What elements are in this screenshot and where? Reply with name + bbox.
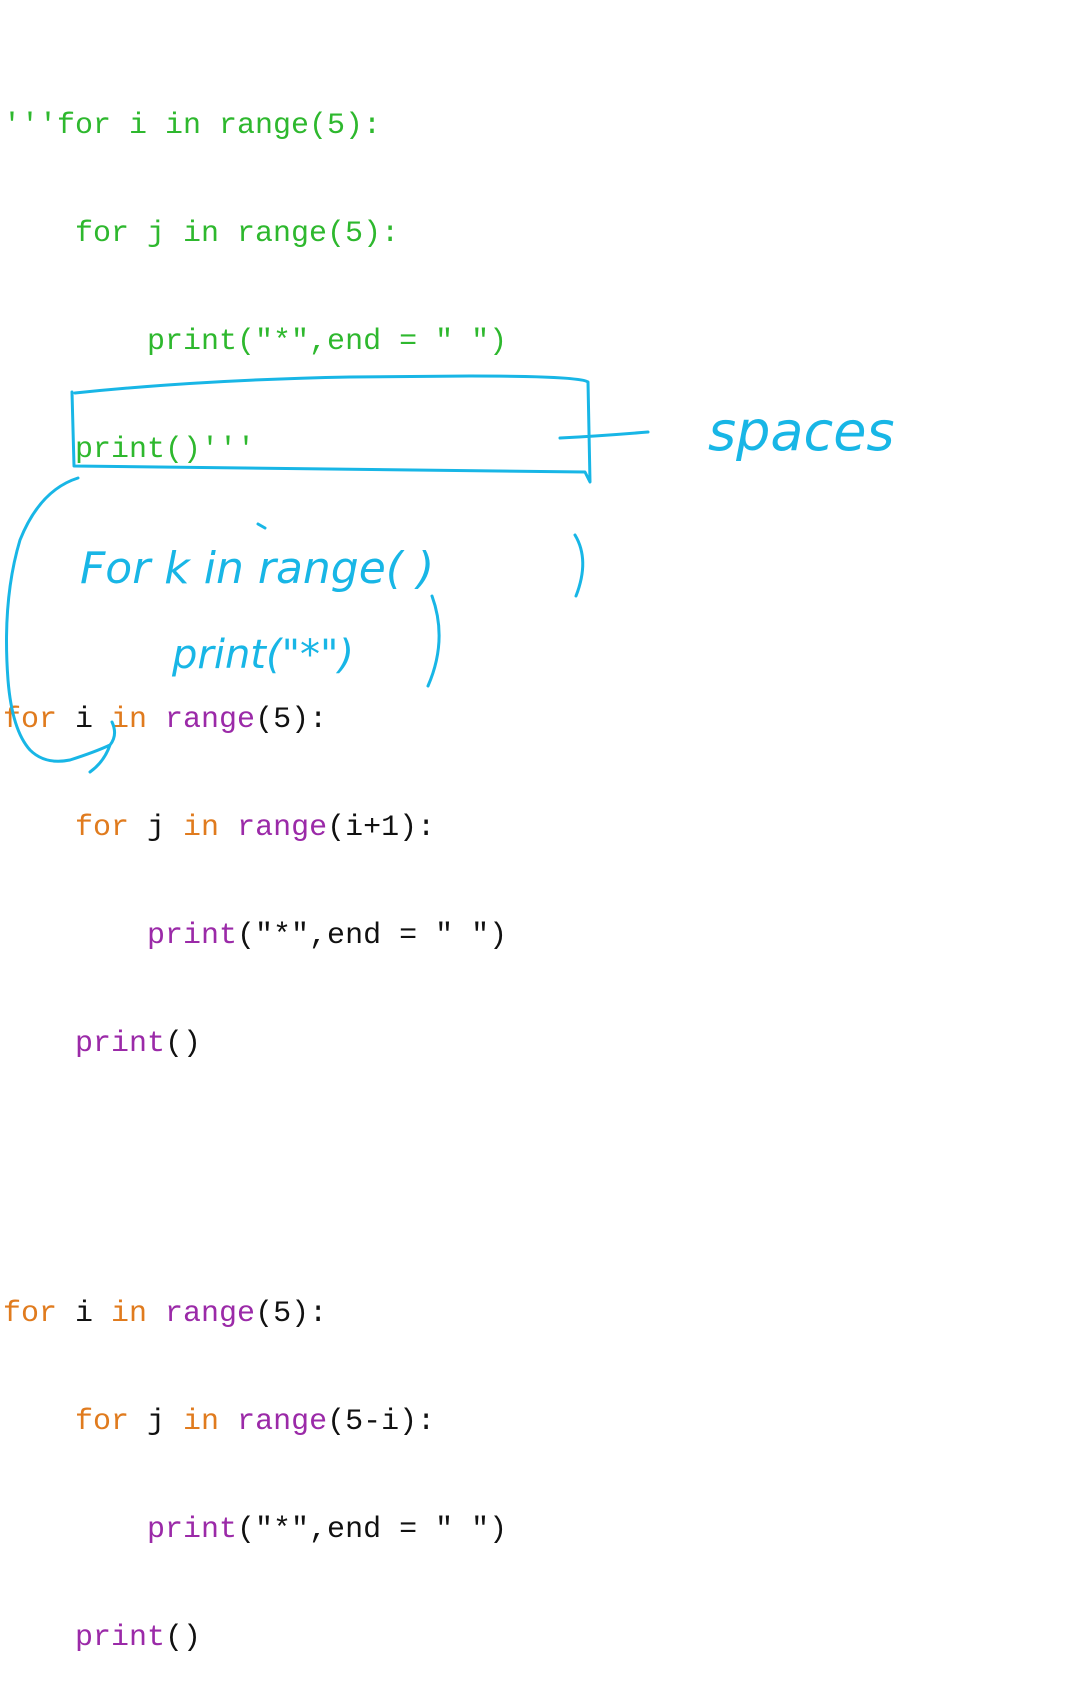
arguments: (5): bbox=[255, 1297, 328, 1331]
docstring-text: '''for i in range(5): bbox=[3, 109, 382, 143]
docstring-text: print("*",end = " ") bbox=[147, 325, 508, 359]
variable: i bbox=[57, 703, 112, 737]
keyword-for: for bbox=[3, 1297, 58, 1331]
spaces-label: spaces bbox=[708, 400, 895, 463]
pointer-line bbox=[558, 430, 650, 440]
code-line: for j in range(5-i): bbox=[3, 1404, 507, 1440]
keyword-in: in bbox=[183, 811, 220, 845]
code-line: print("*",end = " ") bbox=[3, 1512, 507, 1548]
keyword-for: for bbox=[3, 703, 58, 737]
code-line: print("*",end = " ") bbox=[3, 324, 507, 360]
code-line: print() bbox=[3, 1620, 507, 1656]
builtin-print: print bbox=[75, 1027, 166, 1061]
builtin-print: print bbox=[147, 1513, 238, 1547]
docstring-text bbox=[3, 217, 75, 251]
arguments: (i+1): bbox=[327, 811, 436, 845]
variable: i bbox=[57, 1297, 112, 1331]
code-editor[interactable]: '''for i in range(5): for j in range(5):… bbox=[3, 0, 507, 1692]
keyword-in: in bbox=[183, 1405, 220, 1439]
keyword-for: for bbox=[75, 811, 130, 845]
builtin-range: range bbox=[147, 703, 256, 737]
builtin-range: range bbox=[219, 811, 328, 845]
code-line: for i in range(5): bbox=[3, 1296, 507, 1332]
code-line: print() bbox=[3, 1026, 507, 1062]
arguments: () bbox=[165, 1621, 202, 1655]
variable: j bbox=[129, 811, 184, 845]
code-line: print("*",end = " ") bbox=[3, 918, 507, 954]
code-line: print()''' bbox=[3, 432, 507, 468]
keyword-in: in bbox=[111, 703, 148, 737]
keyword-in: in bbox=[111, 1297, 148, 1331]
builtin-range: range bbox=[147, 1297, 256, 1331]
variable: j bbox=[129, 1405, 184, 1439]
code-line: for j in range(i+1): bbox=[3, 810, 507, 846]
paren-scribble bbox=[573, 533, 585, 598]
arguments: (5-i): bbox=[327, 1405, 436, 1439]
builtin-print: print bbox=[147, 919, 238, 953]
code-line: for i in range(5): bbox=[3, 702, 507, 738]
code-line: '''for i in range(5): bbox=[3, 108, 507, 144]
arguments: () bbox=[165, 1027, 202, 1061]
code-line: for j in range(5): bbox=[3, 216, 507, 252]
builtin-range: range bbox=[219, 1405, 328, 1439]
arguments: ("*",end = " ") bbox=[237, 919, 508, 953]
builtin-print: print bbox=[75, 1621, 166, 1655]
arguments: ("*",end = " ") bbox=[237, 1513, 508, 1547]
keyword-for: for bbox=[75, 1405, 130, 1439]
arguments: (5): bbox=[255, 703, 328, 737]
docstring-text: for j in range(5): bbox=[75, 217, 400, 251]
docstring-text: print()''' bbox=[75, 433, 256, 467]
